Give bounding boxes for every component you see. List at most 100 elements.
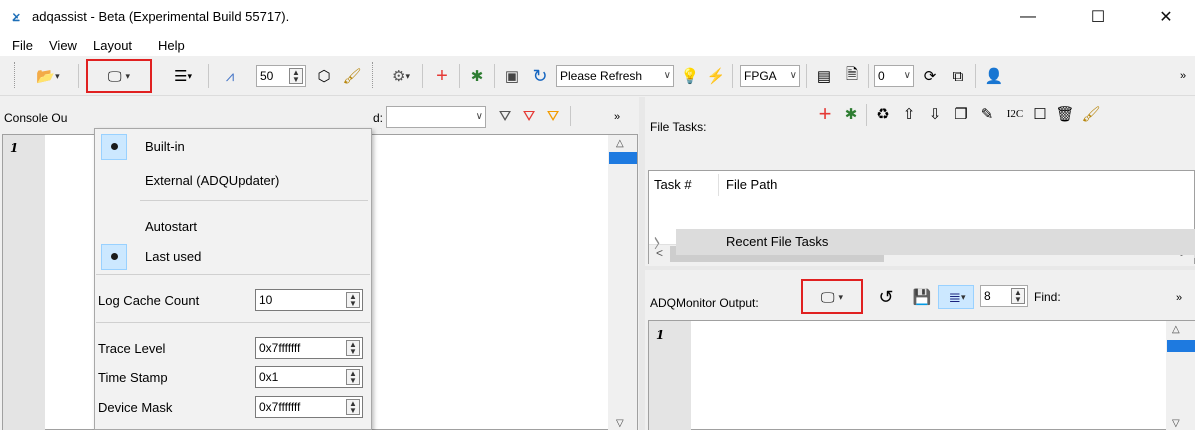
toolbar-separator — [866, 104, 867, 126]
expand-chevron-icon[interactable]: 〉 — [654, 233, 667, 252]
add-icon[interactable]: + — [430, 65, 454, 87]
monitor-count-spinner[interactable]: 8 ▲ ▼ — [980, 285, 1028, 307]
chevron-down-icon: ∨ — [475, 111, 483, 122]
log-cache-value: 10 — [259, 293, 273, 307]
menu-last-used[interactable]: Last used — [145, 248, 201, 266]
trace-level-input[interactable]: 0x7fffffff ▲ ▼ — [255, 337, 363, 359]
log-view-icon[interactable]: ☰ ▾ — [166, 66, 200, 86]
device-icon[interactable]: ▣ — [500, 66, 524, 86]
log-cache-input[interactable]: 10 ▲ ▼ — [255, 289, 363, 311]
device-refresh-select[interactable]: Please Refresh ∨ — [556, 65, 674, 87]
recent-file-tasks-label: Recent File Tasks — [726, 234, 829, 249]
index-select[interactable]: 0 ∨ — [874, 65, 914, 87]
maximize-button[interactable]: ☐ — [1075, 0, 1121, 34]
spin-arrows-icon[interactable]: ▲ ▼ — [289, 68, 303, 84]
chevron-down-icon: ∨ — [789, 70, 797, 81]
run-icon[interactable]: ✱ — [465, 66, 489, 86]
mode-select[interactable]: FPGA ∨ — [740, 65, 800, 87]
zoom-spinner[interactable]: 50 ▲ ▼ — [256, 65, 306, 87]
toolbar-grip[interactable] — [14, 62, 17, 88]
brush-icon[interactable]: 🖌 — [340, 66, 364, 86]
copy-icon[interactable]: ❐ — [950, 104, 972, 124]
scroll-position-marker — [1167, 340, 1195, 352]
recycle-icon[interactable]: ♻ — [872, 104, 894, 124]
checkbox-icon[interactable]: ☐ — [1030, 104, 1050, 124]
grid-layout-icon[interactable]: ▤ — [812, 66, 836, 86]
console-find-input[interactable]: ∨ — [386, 106, 486, 128]
menu-external[interactable]: External (ADQUpdater) — [145, 172, 279, 190]
window-icon[interactable]: ⧉ — [946, 66, 970, 86]
console-scrollbar[interactable] — [608, 135, 637, 430]
monitor-source-button[interactable]: 🖵 ▾ — [93, 66, 145, 86]
delete-icon[interactable]: 🗑 — [1054, 104, 1076, 124]
cube-icon[interactable]: ⬡ — [312, 66, 336, 86]
pen-icon[interactable]: ✎ — [976, 104, 998, 124]
line-number: 1 — [10, 141, 19, 155]
monitor-scrollbar[interactable] — [1166, 321, 1195, 430]
minimize-button[interactable]: — — [1005, 0, 1051, 34]
chevron-down-icon: ∨ — [903, 70, 911, 81]
run-task-icon[interactable]: ✱ — [840, 104, 862, 124]
scroll-up-icon[interactable]: △ — [616, 138, 624, 149]
monitor-editor[interactable] — [648, 320, 1195, 430]
time-stamp-input[interactable]: 0x1 ▲ ▼ — [255, 366, 363, 388]
menu-help[interactable]: Help — [158, 38, 185, 54]
scroll-down-icon[interactable]: ▽ — [1172, 418, 1180, 429]
time-stamp-label: Time Stamp — [98, 370, 168, 385]
column-header-file-path[interactable]: File Path — [726, 176, 777, 194]
console-overflow-icon[interactable]: » — [614, 111, 620, 123]
menu-autostart[interactable]: Autostart — [145, 218, 197, 236]
save-icon[interactable]: 💾 — [910, 287, 934, 307]
log-search-icon[interactable]: 🗎 — [840, 66, 864, 86]
time-stamp-value: 0x1 — [259, 370, 279, 384]
plug-icon[interactable]: ⚡ — [704, 66, 728, 86]
monitor-count-value: 8 — [984, 289, 991, 303]
app-logo-icon: ᭻ — [12, 9, 21, 24]
menu-separator — [140, 200, 368, 201]
spin-arrows-icon[interactable]: ▲ ▼ — [346, 340, 360, 356]
radio-dot-icon — [111, 253, 118, 260]
scroll-up-icon[interactable]: △ — [1172, 324, 1180, 335]
spin-arrows-icon[interactable]: ▲ ▼ — [1011, 288, 1025, 304]
brush-icon[interactable]: 🖌 — [1080, 104, 1102, 124]
menu-layout[interactable]: Layout — [93, 38, 132, 54]
filter-error-icon[interactable]: ⛛ — [520, 106, 538, 126]
open-folder-icon[interactable]: 📂 ▾ — [26, 66, 70, 86]
column-header-task[interactable]: Task # — [654, 176, 692, 194]
toolbar-grip[interactable] — [372, 62, 375, 88]
spin-arrows-icon[interactable]: ▲ ▼ — [346, 399, 360, 415]
menu-view[interactable]: View — [49, 38, 77, 54]
chart-icon[interactable]: ⩘ — [218, 66, 242, 86]
reset-icon[interactable]: ↺ — [874, 287, 898, 307]
download-icon[interactable]: ⇩ — [924, 104, 946, 124]
upload-icon[interactable]: ⇧ — [898, 104, 920, 124]
filter-icon[interactable]: ⛛ — [496, 106, 514, 126]
menu-separator — [96, 274, 370, 275]
settings-gear-icon[interactable]: ⚙ ▾ — [384, 66, 418, 86]
spin-arrows-icon[interactable]: ▲ ▼ — [346, 369, 360, 385]
refresh-icon[interactable]: ↻ — [528, 66, 552, 86]
toolbar-separator — [459, 64, 460, 88]
spin-arrows-icon[interactable]: ▲ ▼ — [346, 292, 360, 308]
lightbulb-icon[interactable]: 💡 — [678, 66, 702, 86]
add-task-icon[interactable]: + — [814, 101, 836, 126]
filter-warning-icon[interactable]: ⛛ — [544, 106, 562, 126]
device-mask-input[interactable]: 0x7fffffff ▲ ▼ — [255, 396, 363, 418]
scroll-down-icon[interactable]: ▽ — [616, 418, 624, 429]
menu-builtin[interactable]: Built-in — [145, 138, 185, 156]
column-divider[interactable] — [718, 174, 719, 196]
toolbar-overflow-icon[interactable]: » — [1176, 66, 1190, 86]
menu-file[interactable]: File — [12, 38, 33, 54]
user-icon[interactable]: 👤 — [982, 66, 1006, 86]
file-tasks-label: File Tasks: — [650, 120, 707, 134]
close-button[interactable]: ✕ — [1143, 0, 1189, 34]
monitor-overflow-icon[interactable]: » — [1176, 292, 1182, 304]
i2c-label[interactable]: I2C — [1002, 104, 1028, 124]
list-format-icon[interactable]: ≣ ▾ — [940, 287, 974, 307]
monitor-source-button[interactable]: 🖵 ▾ — [808, 287, 856, 307]
restart-icon[interactable]: ⟳ — [918, 66, 942, 86]
toolbar-separator — [494, 64, 495, 88]
find-label: d: — [373, 111, 384, 125]
toolbar-separator — [868, 64, 869, 88]
log-cache-label: Log Cache Count — [98, 293, 200, 308]
